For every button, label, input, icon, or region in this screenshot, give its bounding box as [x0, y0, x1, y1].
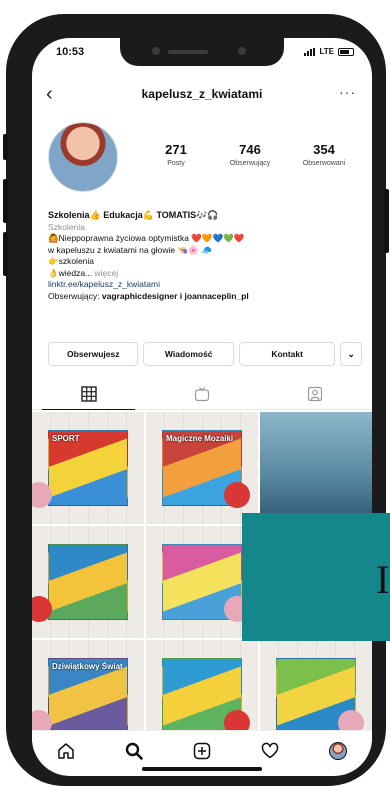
post-cover-title: Magiczne Mozaiki [166, 434, 234, 443]
battery-icon [338, 47, 354, 56]
stat-following[interactable]: 354 Obserwowani [288, 142, 360, 167]
followed-by[interactable]: Obserwujący: vagraphicdesigner i joannac… [48, 291, 348, 303]
status-time: 10:53 [56, 46, 85, 58]
following-button[interactable]: Obserwujesz [48, 342, 139, 366]
profile-actions: Obserwujesz Wiadomość Kontakt ⌄ [48, 342, 362, 366]
bio-line-2: w kapeluszu z kwiatami na głowie 👒🌸 🧢 [48, 244, 212, 255]
carrier-label: LTE [319, 47, 334, 56]
grid-icon [80, 385, 97, 402]
power-button [384, 189, 389, 253]
bio-line-1: 🙆Nieppoprawna życiowa optymistka ❤️🧡💙💚❤️ [48, 233, 245, 243]
stat-posts[interactable]: 271 Posty [140, 142, 212, 167]
overlay-letter: I [376, 557, 390, 602]
stat-followers[interactable]: 746 Obserwujący [214, 142, 286, 167]
bio-more-link[interactable]: więcej [95, 268, 119, 278]
post-thumbnail[interactable]: Magiczne Mozaiki [146, 412, 258, 524]
post-thumbnail[interactable]: SPORT [32, 412, 144, 524]
post-cover-title: SPORT [52, 434, 80, 443]
bio-website-link[interactable]: linktr.ee/kapelusz_z_kwiatami [48, 279, 348, 291]
home-icon[interactable] [51, 736, 81, 766]
tagged-icon [308, 386, 323, 401]
tab-posts-grid[interactable] [32, 378, 145, 410]
overlay-panel [242, 513, 390, 641]
profile-bio: Szkolenia👍 Edukacja💪 TOMATIS🎶🎧 Szkolenia… [48, 210, 348, 302]
new-post-icon[interactable] [187, 736, 217, 766]
notch [120, 38, 284, 66]
profile-tab-avatar[interactable] [323, 736, 353, 766]
post-thumbnail[interactable] [260, 412, 372, 524]
activity-heart-icon[interactable] [255, 736, 285, 766]
tab-tagged[interactable] [259, 378, 372, 409]
flower-decoration [224, 482, 250, 508]
more-options-icon[interactable]: ··· [339, 84, 356, 100]
igtv-icon [194, 386, 210, 401]
tab-igtv[interactable] [145, 378, 258, 409]
profile-username: kapelusz_z_kwiatami [141, 87, 263, 101]
phone-frame: 10:53 LTE ‹ kapelusz_z_kwiatami ··· 271 … [3, 14, 389, 786]
profile-header: ‹ kapelusz_z_kwiatami ··· [32, 82, 372, 112]
post-thumbnail[interactable] [32, 526, 144, 638]
volume-down-button [3, 232, 8, 276]
phone-screen: 10:53 LTE ‹ kapelusz_z_kwiatami ··· 271 … [32, 38, 372, 776]
bottom-nav [32, 730, 372, 770]
mute-switch [3, 134, 8, 160]
contact-button[interactable]: Kontakt [238, 342, 336, 366]
message-button[interactable]: Wiadomość [143, 342, 234, 366]
signal-icon [304, 47, 316, 56]
profile-tabs [32, 378, 372, 410]
profile-stats: 271 Posty 746 Obserwujący 354 Obserwowan… [140, 142, 360, 167]
suggested-chevron-button[interactable]: ⌄ [340, 342, 362, 366]
bio-line-4: 👌wiedza... [48, 267, 93, 278]
bio-name: Szkolenia👍 Edukacja💪 TOMATIS🎶🎧 [48, 210, 219, 220]
bio-line-3: 👉szkolenia [48, 256, 95, 266]
home-indicator[interactable] [142, 767, 262, 771]
bio-category: Szkolenia [48, 221, 85, 232]
volume-up-button [3, 179, 8, 223]
post-image [48, 544, 128, 620]
post-cover-title: Dziwiątkowy Świat [52, 662, 123, 671]
profile-avatar[interactable] [48, 122, 118, 192]
search-icon[interactable] [119, 736, 149, 766]
